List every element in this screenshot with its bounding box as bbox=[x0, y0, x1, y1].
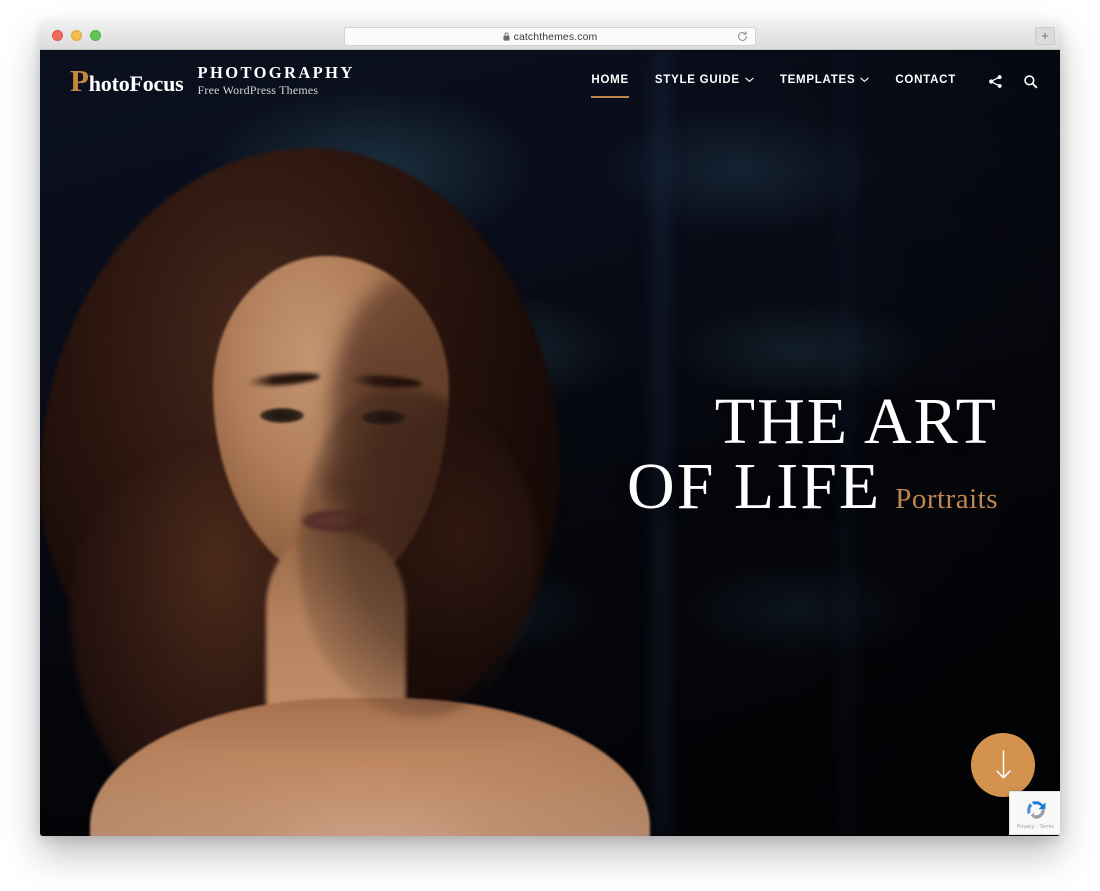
hero-title-line-2-row: OF LIFE Portraits bbox=[627, 449, 998, 523]
portrait-eye-left bbox=[260, 408, 304, 423]
hero-title-line-2: OF LIFE bbox=[627, 449, 882, 523]
nav-item-templates[interactable]: TEMPLATES bbox=[780, 74, 870, 89]
site-tagline: Free WordPress Themes bbox=[197, 83, 319, 98]
recaptcha-icon bbox=[1026, 800, 1045, 819]
hero-portrait-photo bbox=[40, 78, 720, 836]
site-title: PHOTOGRAPHY bbox=[197, 63, 355, 83]
site-branding[interactable]: PhotoFocus PHOTOGRAPHY Free WordPress Th… bbox=[70, 63, 355, 98]
chevron-down-icon bbox=[860, 77, 870, 82]
zoom-window-button[interactable] bbox=[90, 30, 101, 41]
address-bar[interactable]: catchthemes.com bbox=[344, 27, 756, 46]
recaptcha-label: Privacy - Terms bbox=[1016, 823, 1055, 830]
window-traffic-lights bbox=[52, 30, 101, 41]
nav-item-home[interactable]: HOME bbox=[591, 73, 629, 98]
nav-item-contact-label: CONTACT bbox=[895, 73, 956, 86]
browser-window: catchthemes.com + PhotoFocus PHOTOGRAPHY… bbox=[40, 22, 1060, 836]
share-icon[interactable] bbox=[988, 74, 1003, 89]
site-header: PhotoFocus PHOTOGRAPHY Free WordPress Th… bbox=[40, 50, 1060, 112]
nav-item-templates-label: TEMPLATES bbox=[779, 73, 856, 86]
scroll-down-button[interactable] bbox=[971, 733, 1035, 797]
close-window-button[interactable] bbox=[52, 30, 63, 41]
arrow-down-icon bbox=[995, 750, 1011, 779]
minimize-window-button[interactable] bbox=[71, 30, 82, 41]
primary-navigation: HOME STYLE GUIDE TEMPLATES CONTACT bbox=[591, 73, 1038, 98]
recaptcha-badge[interactable]: Privacy - Terms bbox=[1009, 791, 1060, 835]
browser-titlebar: catchthemes.com + bbox=[40, 22, 1060, 50]
lock-icon bbox=[503, 32, 510, 41]
address-bar-content: catchthemes.com bbox=[503, 31, 598, 43]
site-logo-rest: hotoFocus bbox=[88, 71, 184, 97]
new-tab-button[interactable]: + bbox=[1035, 27, 1055, 45]
page-viewport: PhotoFocus PHOTOGRAPHY Free WordPress Th… bbox=[40, 50, 1060, 836]
nav-item-style-guide[interactable]: STYLE GUIDE bbox=[655, 74, 754, 89]
hero-subtitle: Portraits bbox=[895, 482, 998, 515]
site-logo-initial: P bbox=[70, 63, 89, 99]
nav-item-home-label: HOME bbox=[591, 73, 629, 86]
site-logo[interactable]: PhotoFocus bbox=[70, 65, 184, 96]
reload-icon[interactable] bbox=[737, 31, 748, 42]
hero-title-line-1: THE ART bbox=[714, 385, 998, 458]
nav-item-contact[interactable]: CONTACT bbox=[895, 74, 956, 89]
search-icon[interactable] bbox=[1023, 74, 1038, 89]
chevron-down-icon bbox=[745, 77, 754, 82]
header-icon-group bbox=[988, 74, 1038, 89]
site-identity: PHOTOGRAPHY Free WordPress Themes bbox=[197, 63, 355, 98]
nav-item-style-guide-label: STYLE GUIDE bbox=[654, 73, 740, 86]
url-text: catchthemes.com bbox=[513, 30, 598, 43]
hero-copy: THE ART OF LIFE Portraits bbox=[627, 385, 998, 523]
